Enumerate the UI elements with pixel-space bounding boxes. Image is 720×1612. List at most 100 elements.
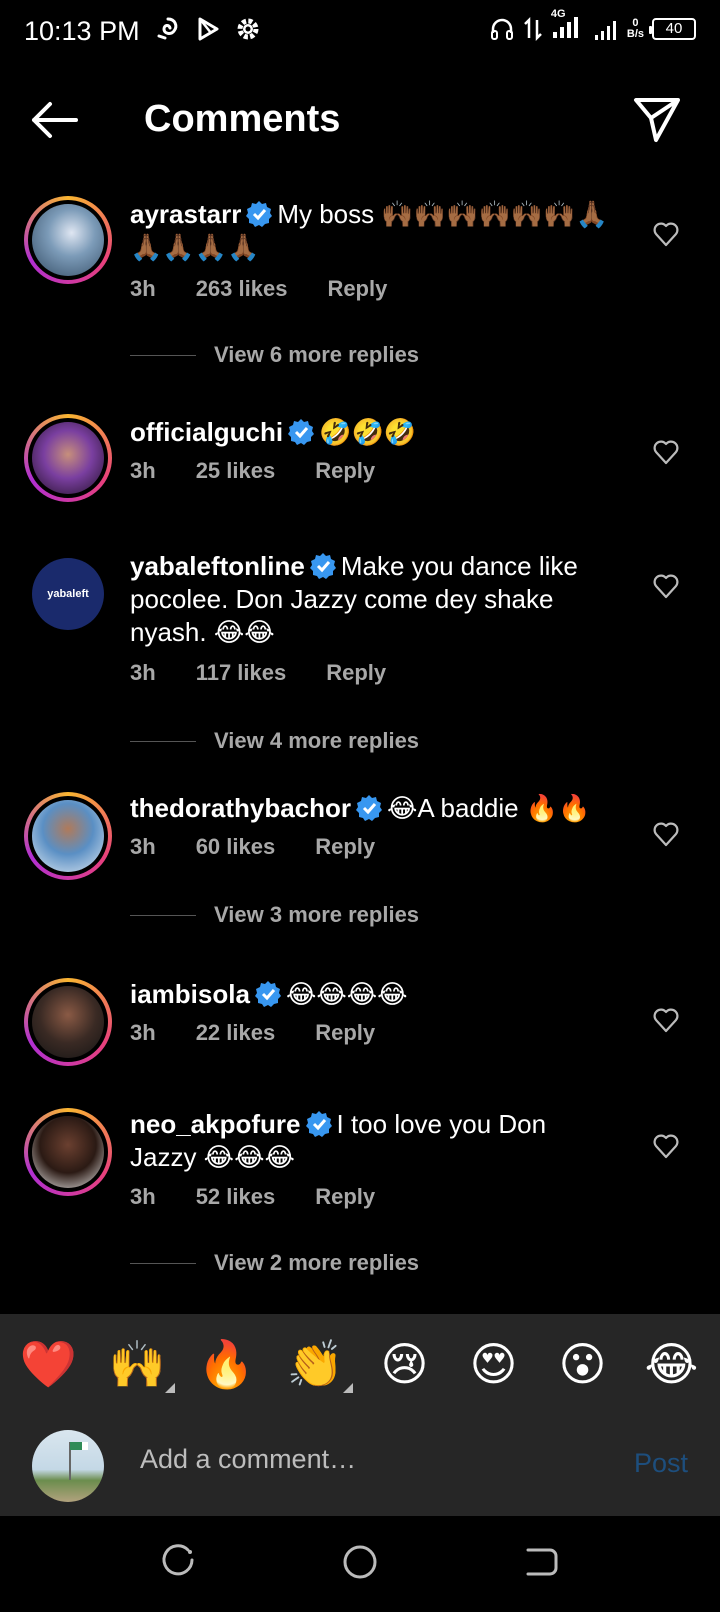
- comment-composer: Post: [0, 1414, 720, 1516]
- comment-meta: 3h 263 likes Reply: [130, 276, 387, 302]
- flag-icon: [69, 1442, 88, 1480]
- view-replies-label: View 3 more replies: [214, 902, 420, 927]
- verified-badge-icon: [356, 795, 383, 821]
- comment-body: neo_akpofure I too love you Don Jazzy 😂😂😂: [130, 1108, 610, 1174]
- comment-likes[interactable]: 52 likes: [196, 1184, 276, 1210]
- emoji-clap[interactable]: 👏: [281, 1338, 353, 1393]
- comment-body: ayrastarr My boss 🙌🏾🙌🏾🙌🏾🙌🏾🙌🏾🙌🏾🙏🏾🙏🏾🙏🏾🙏🏾🙏🏾: [130, 198, 610, 264]
- avatar[interactable]: [24, 978, 112, 1066]
- arrow-left-icon[interactable]: [30, 100, 80, 140]
- play-store-icon: [198, 17, 219, 41]
- emoji-quick-bar: ❤️ 🙌 🔥 👏 😢 😍 😮 😂: [0, 1314, 720, 1414]
- page-title: Comments: [144, 98, 341, 140]
- verified-badge-icon: [305, 1111, 332, 1137]
- avatar[interactable]: [24, 1108, 112, 1196]
- recent-apps-icon[interactable]: [158, 1542, 198, 1582]
- divider: [130, 740, 196, 742]
- emoji-raised-hands[interactable]: 🙌: [103, 1338, 175, 1393]
- emoji-clap-glyph: 👏: [286, 1338, 345, 1390]
- heart-icon[interactable]: [652, 1132, 680, 1160]
- net-speed: 0 B/s: [626, 17, 644, 40]
- reply-button[interactable]: Reply: [315, 1020, 375, 1046]
- reply-button[interactable]: Reply: [326, 660, 386, 686]
- avatar[interactable]: [24, 196, 112, 284]
- comment-time: 3h: [130, 1184, 156, 1209]
- comment-time: 3h: [130, 276, 156, 301]
- comment-likes[interactable]: 22 likes: [196, 1020, 276, 1046]
- status-left-icons: [155, 16, 261, 42]
- comment-time: 3h: [130, 834, 156, 859]
- comment-username[interactable]: yabaleftonline: [130, 551, 305, 581]
- view-replies-label: View 2 more replies: [214, 1250, 420, 1275]
- send-icon[interactable]: [632, 94, 682, 144]
- status-bar: 10:13 PM 4G 0 B/s 40: [0, 0, 720, 66]
- comment-username[interactable]: iambisola: [130, 979, 250, 1009]
- comment-meta: 3h 25 likes Reply: [130, 458, 375, 484]
- heart-icon[interactable]: [652, 820, 680, 848]
- emoji-heart-eyes[interactable]: 😍: [459, 1341, 529, 1387]
- divider: [130, 1262, 196, 1264]
- view-replies-button[interactable]: View 4 more replies: [130, 728, 419, 754]
- reply-button[interactable]: Reply: [315, 458, 375, 484]
- comment-meta: 3h 52 likes Reply: [130, 1184, 375, 1210]
- system-nav-bar: [0, 1516, 720, 1612]
- signal-icon-2: [594, 20, 616, 40]
- comment-likes[interactable]: 25 likes: [196, 458, 276, 484]
- network-type: 4G: [550, 8, 566, 20]
- post-button[interactable]: Post: [634, 1448, 688, 1479]
- emoji-laughing[interactable]: 😂: [637, 1341, 707, 1387]
- comment-username[interactable]: thedorathybachor: [130, 793, 351, 823]
- comment-likes[interactable]: 117 likes: [196, 660, 287, 686]
- comment-likes[interactable]: 60 likes: [196, 834, 276, 860]
- emoji-surprised[interactable]: 😮: [548, 1341, 618, 1387]
- reply-button[interactable]: Reply: [327, 276, 387, 302]
- view-replies-button[interactable]: View 6 more replies: [130, 342, 419, 368]
- net-speed-unit: B/s: [626, 27, 644, 40]
- comment-username[interactable]: officialguchi: [130, 417, 283, 447]
- avatar[interactable]: yabaleft: [24, 550, 112, 638]
- view-replies-label: View 6 more replies: [214, 342, 420, 367]
- comment-text: 😂A baddie 🔥🔥: [387, 793, 591, 823]
- view-replies-button[interactable]: View 2 more replies: [130, 1250, 419, 1276]
- avatar[interactable]: [24, 414, 112, 502]
- comment-input[interactable]: [140, 1444, 560, 1475]
- headphones-icon: [490, 18, 513, 40]
- battery-icon: 40: [649, 17, 696, 40]
- view-replies-button[interactable]: View 3 more replies: [130, 902, 419, 928]
- emoji-raised-hands-glyph: 🙌: [108, 1338, 167, 1390]
- comment-body: officialguchi 🤣🤣🤣: [130, 416, 610, 449]
- emoji-crying[interactable]: 😢: [370, 1341, 440, 1387]
- heart-icon[interactable]: [652, 572, 680, 600]
- comment-time: 3h: [130, 1020, 156, 1045]
- reply-button[interactable]: Reply: [315, 1184, 375, 1210]
- comment-likes[interactable]: 263 likes: [196, 276, 288, 302]
- avatar-logo-text: yabaleft: [32, 558, 104, 630]
- status-right-icons: 4G 0 B/s 40: [489, 8, 696, 43]
- verified-badge-icon: [246, 201, 273, 227]
- verified-badge-icon: [254, 981, 281, 1007]
- header: Comments: [0, 80, 720, 160]
- heart-icon[interactable]: [652, 220, 680, 248]
- settings-icon: [237, 18, 259, 40]
- home-icon[interactable]: [340, 1542, 380, 1582]
- comment-time: 3h: [130, 458, 156, 483]
- view-replies-label: View 4 more replies: [214, 728, 420, 753]
- comment-time: 3h: [130, 660, 156, 685]
- heart-icon[interactable]: [652, 438, 680, 466]
- emoji-fire[interactable]: 🔥: [192, 1341, 262, 1387]
- emoji-heart[interactable]: ❤️: [14, 1341, 84, 1387]
- verified-badge-icon: [288, 419, 315, 445]
- skin-tone-indicator-icon: [164, 1383, 175, 1393]
- avatar[interactable]: [24, 792, 112, 880]
- heart-icon[interactable]: [652, 1006, 680, 1034]
- comment-text: 😂😂😂😂: [285, 979, 408, 1009]
- divider: [130, 914, 196, 916]
- skin-tone-indicator-icon: [342, 1383, 353, 1393]
- comment-username[interactable]: ayrastarr: [130, 199, 241, 229]
- comment-meta: 3h 22 likes Reply: [130, 1020, 375, 1046]
- back-nav-icon[interactable]: [520, 1542, 560, 1582]
- comment-username[interactable]: neo_akpofure: [130, 1109, 301, 1139]
- reply-button[interactable]: Reply: [315, 834, 375, 860]
- comment-body: thedorathybachor 😂A baddie 🔥🔥: [130, 792, 610, 825]
- data-transfer-icon: [523, 16, 542, 41]
